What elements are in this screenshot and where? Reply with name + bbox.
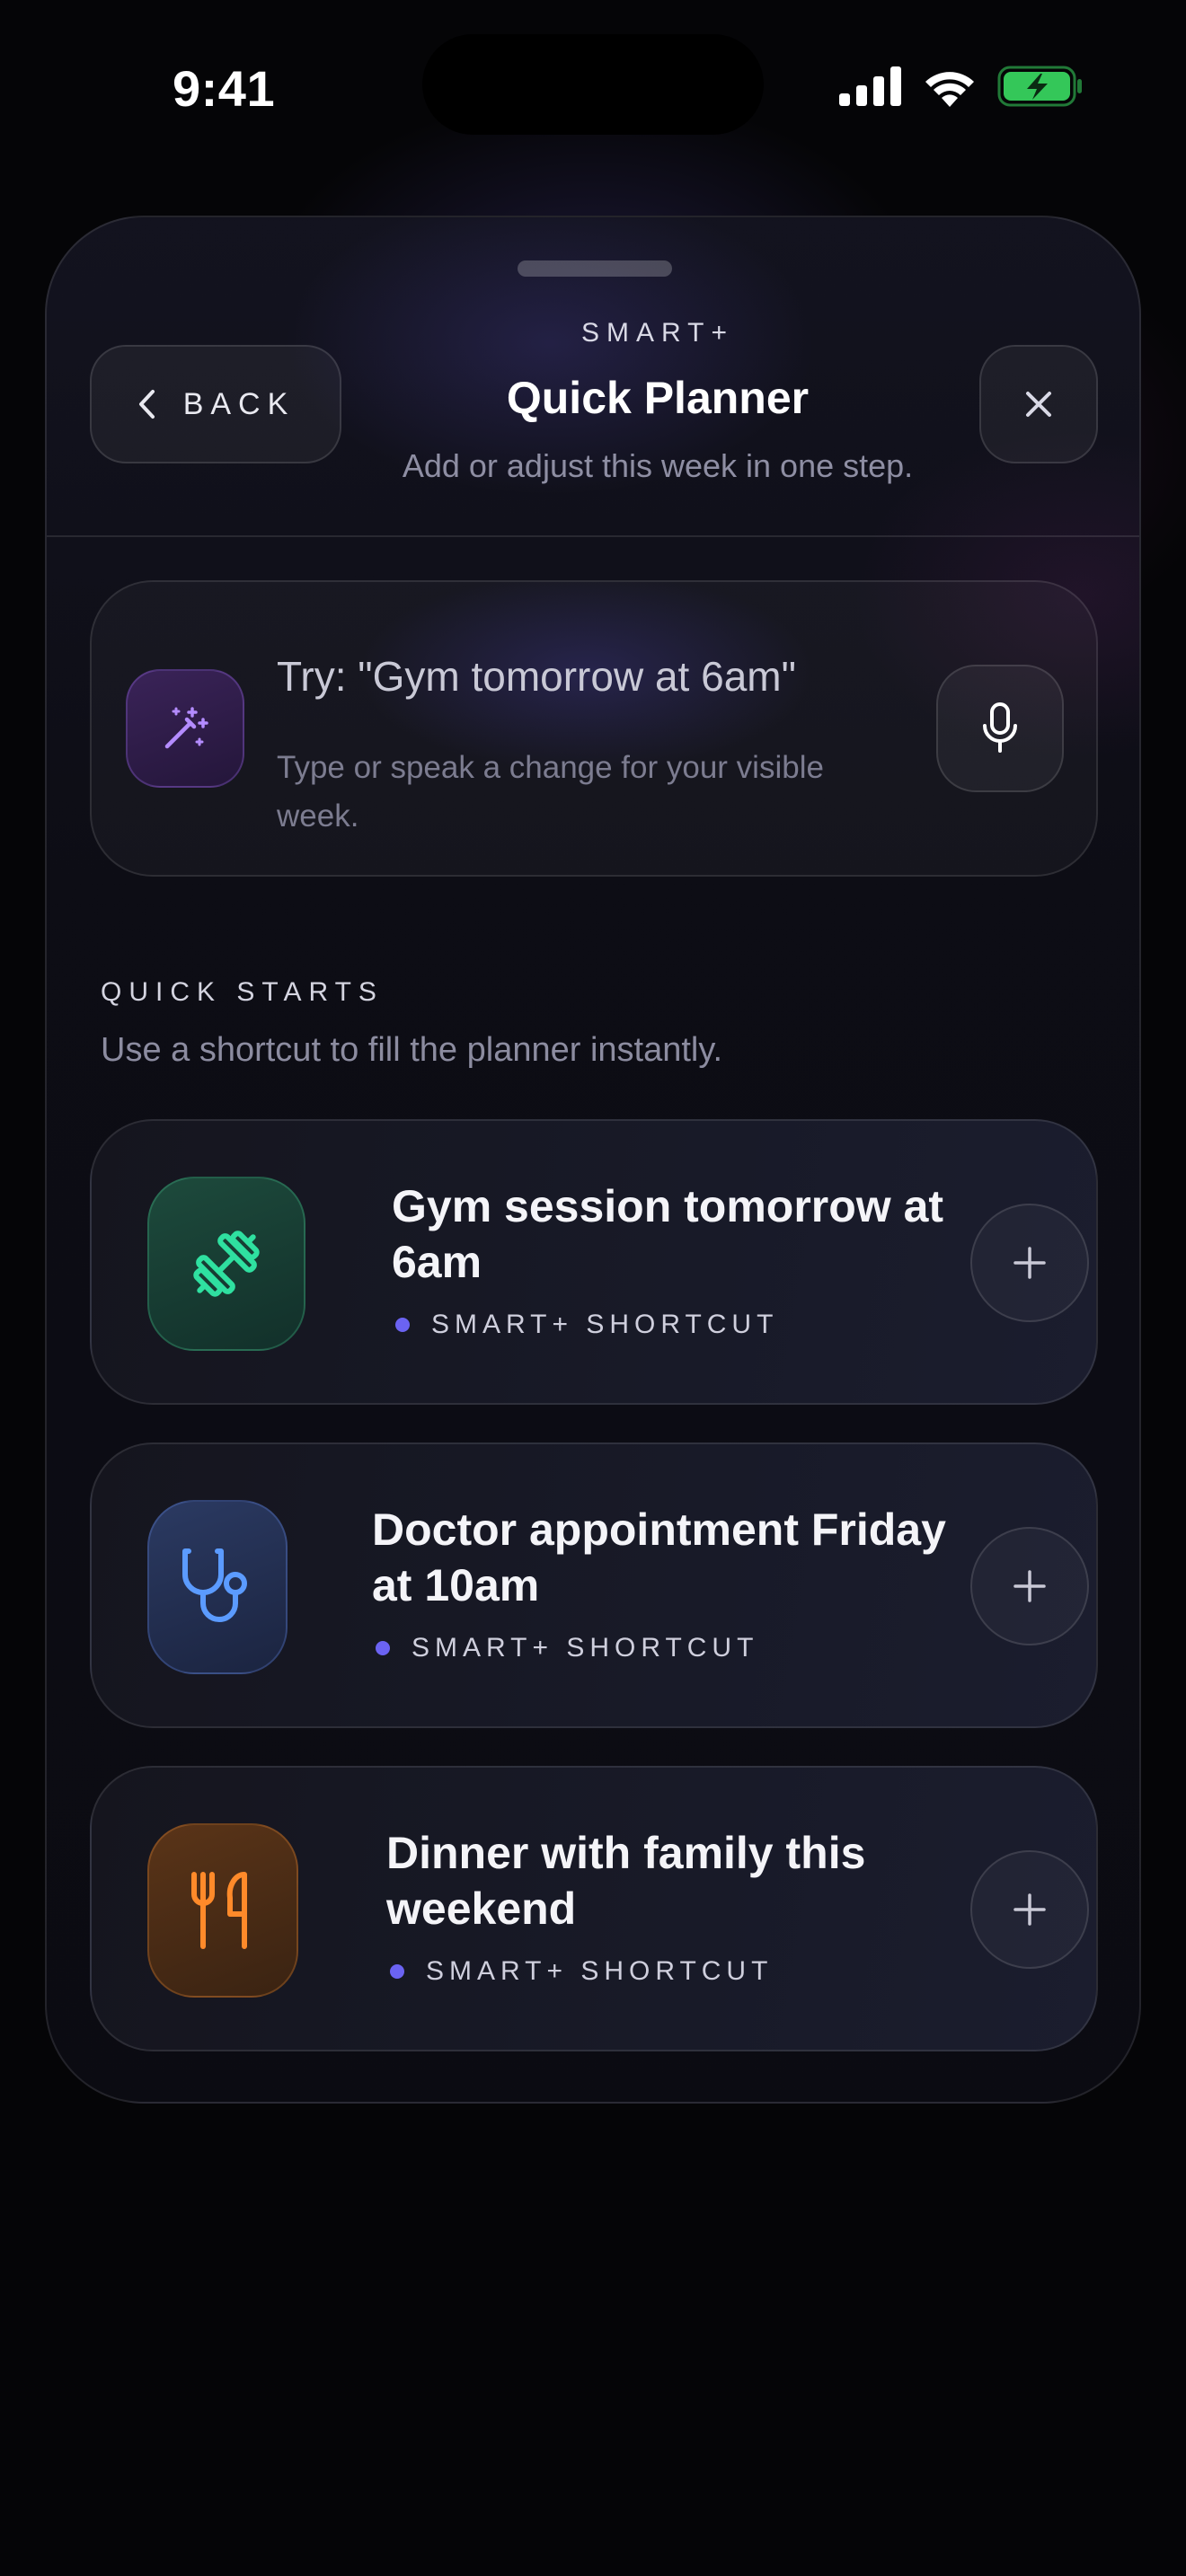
cellular-signal-icon bbox=[839, 66, 901, 106]
utensils-icon bbox=[191, 1872, 247, 1949]
shortcut-tag-label: SMART+ SHORTCUT bbox=[412, 1633, 759, 1663]
status-bar: 9:41 bbox=[0, 0, 1186, 171]
shortcut-title: Dinner with family this weekend bbox=[386, 1828, 866, 1934]
shortcut-icon-tile bbox=[147, 1823, 298, 1998]
add-shortcut-button[interactable] bbox=[970, 1527, 1089, 1645]
sheet-eyebrow: SMART+ bbox=[581, 318, 734, 348]
shortcut-tag: SMART+ SHORTCUT bbox=[390, 1956, 773, 1987]
wifi-icon bbox=[925, 72, 974, 107]
shortcut-tag: SMART+ SHORTCUT bbox=[376, 1633, 758, 1663]
magic-wand-tile bbox=[126, 669, 244, 788]
quick-starts-label: QUICK STARTS bbox=[101, 977, 384, 1007]
microphone-icon bbox=[983, 702, 1017, 753]
shortcut-icon-tile bbox=[147, 1500, 288, 1674]
plus-icon bbox=[1013, 1893, 1046, 1926]
shortcut-tag-label: SMART+ SHORTCUT bbox=[431, 1310, 779, 1339]
shortcut-tag: SMART+ SHORTCUT bbox=[395, 1310, 778, 1340]
input-helper-text: Type or speak a change for your visible … bbox=[277, 750, 824, 834]
dynamic-island bbox=[422, 34, 764, 135]
shortcut-title: Doctor appointment Friday at 10am bbox=[372, 1504, 946, 1610]
quick-planner-sheet: BACK SMART+ Quick Planner Add or adjust … bbox=[45, 216, 1141, 2104]
sheet-title: Quick Planner bbox=[506, 373, 810, 423]
microphone-button[interactable] bbox=[936, 665, 1064, 792]
smart-prompt-input[interactable] bbox=[277, 645, 906, 708]
shortcut-title: Gym session tomorrow at 6am bbox=[392, 1181, 944, 1287]
plus-icon bbox=[1013, 1247, 1046, 1279]
shortcut-tag-label: SMART+ SHORTCUT bbox=[426, 1956, 774, 1986]
tag-dot bbox=[376, 1641, 390, 1655]
shortcut-card-dinner[interactable]: Dinner with family this weekend SMART+ S… bbox=[90, 1766, 1098, 2051]
magic-wand-icon bbox=[164, 707, 208, 749]
sheet-subtitle: Add or adjust this week in one step. bbox=[402, 447, 914, 484]
stethoscope-icon bbox=[182, 1548, 247, 1622]
tag-dot bbox=[395, 1318, 410, 1332]
smart-input-card: Type or speak a change for your visible … bbox=[90, 580, 1098, 877]
sheet-grabber[interactable] bbox=[518, 260, 672, 277]
tag-dot bbox=[390, 1964, 404, 1979]
header-divider bbox=[47, 535, 1139, 537]
battery-charging-icon bbox=[997, 66, 1082, 107]
dumbbell-icon bbox=[193, 1231, 260, 1297]
shortcut-card-doctor[interactable]: Doctor appointment Friday at 10am SMART+… bbox=[90, 1442, 1098, 1728]
shortcut-icon-tile bbox=[147, 1177, 305, 1351]
status-icons bbox=[839, 63, 1084, 110]
close-icon bbox=[1026, 392, 1051, 417]
close-button[interactable] bbox=[979, 345, 1098, 463]
quick-starts-subtitle: Use a shortcut to fill the planner insta… bbox=[101, 1031, 723, 1069]
add-shortcut-button[interactable] bbox=[970, 1204, 1089, 1322]
plus-icon bbox=[1013, 1570, 1046, 1602]
shortcut-card-gym[interactable]: Gym session tomorrow at 6am SMART+ SHORT… bbox=[90, 1119, 1098, 1405]
status-time: 9:41 bbox=[173, 60, 276, 117]
add-shortcut-button[interactable] bbox=[970, 1850, 1089, 1969]
